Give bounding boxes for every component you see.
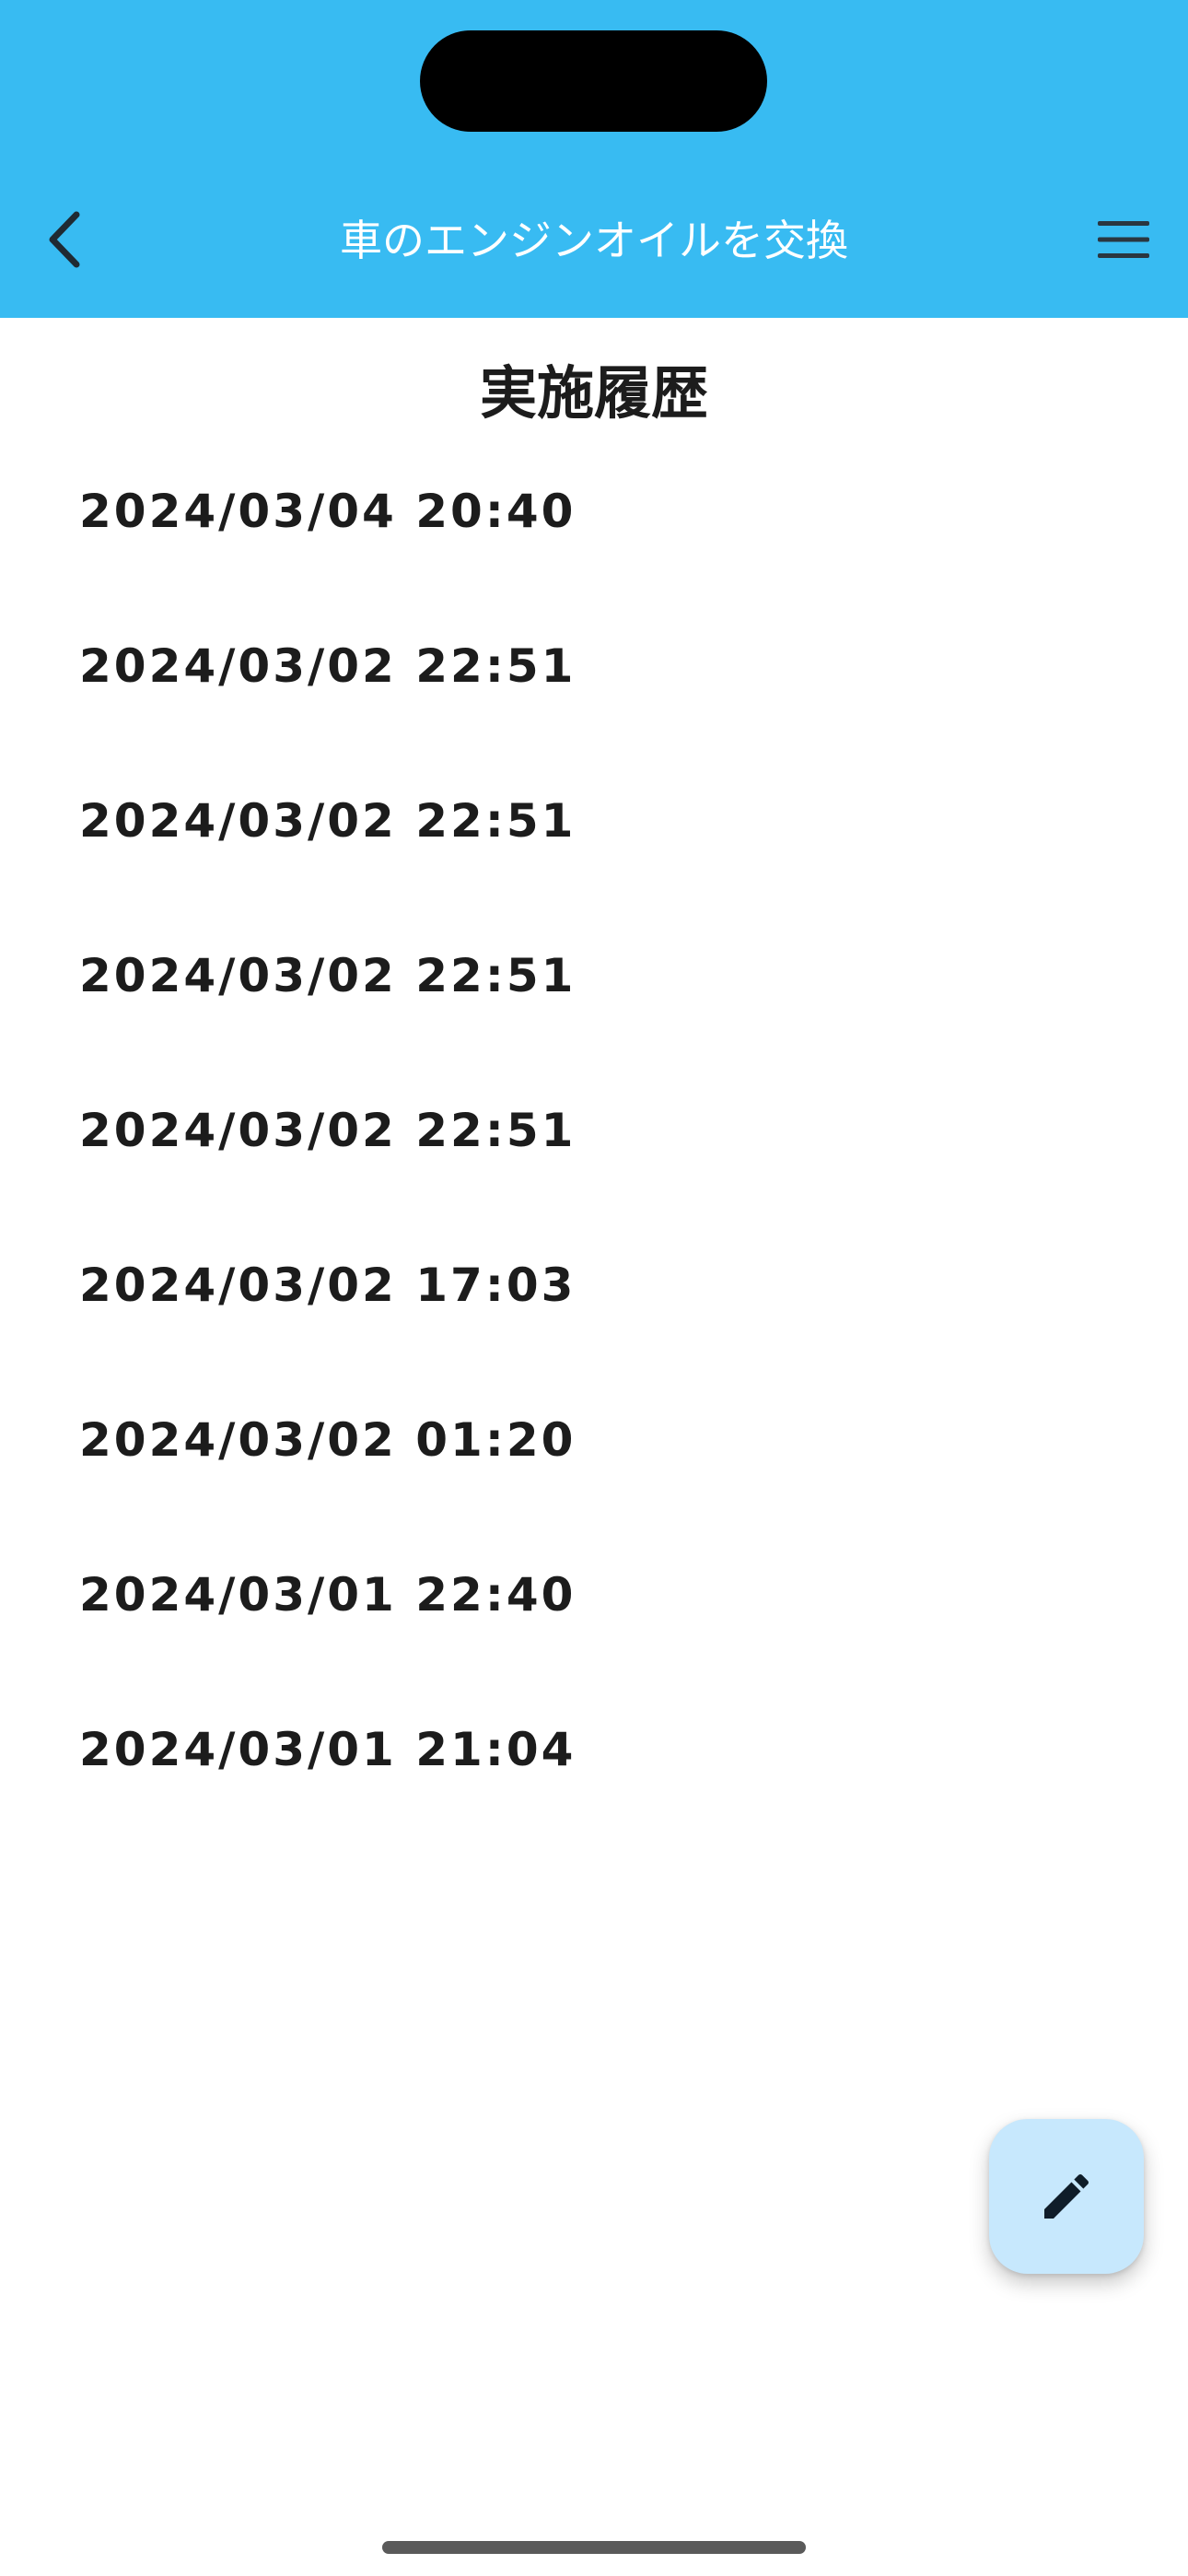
history-item[interactable]: 2024/03/02 17:03 [0,1239,1188,1394]
history-item[interactable]: 2024/03/02 22:51 [0,775,1188,930]
history-list: 2024/03/04 20:40 2024/03/02 22:51 2024/0… [0,465,1188,1858]
history-datetime: 2024/03/04 20:40 [79,485,577,538]
history-datetime: 2024/03/02 22:51 [79,1104,577,1157]
page-title: 車のエンジンオイルを交換 [340,216,848,265]
history-item[interactable]: 2024/03/02 22:51 [0,930,1188,1084]
hamburger-menu-icon [1098,221,1149,258]
history-datetime: 2024/03/01 22:40 [79,1568,577,1622]
history-item[interactable]: 2024/03/01 22:40 [0,1549,1188,1704]
history-datetime: 2024/03/02 22:51 [79,639,577,693]
dynamic-island [420,30,767,132]
edit-fab-button[interactable] [989,2119,1144,2274]
back-button[interactable] [28,198,101,281]
history-item[interactable]: 2024/03/02 22:51 [0,620,1188,775]
chevron-left-icon [49,211,80,268]
history-item[interactable]: 2024/03/01 21:04 [0,1704,1188,1858]
history-item[interactable]: 2024/03/04 20:40 [0,465,1188,620]
history-item[interactable]: 2024/03/02 22:51 [0,1084,1188,1239]
home-indicator [382,2541,806,2554]
app-header: 車のエンジンオイルを交換 [0,0,1188,318]
history-item[interactable]: 2024/03/02 01:20 [0,1394,1188,1549]
history-datetime: 2024/03/01 21:04 [79,1723,577,1776]
menu-button[interactable] [1082,198,1165,281]
history-datetime: 2024/03/02 01:20 [79,1413,577,1467]
history-datetime: 2024/03/02 22:51 [79,949,577,1002]
history-datetime: 2024/03/02 22:51 [79,794,577,848]
pencil-icon [1044,2173,1089,2219]
history-datetime: 2024/03/02 17:03 [79,1259,577,1312]
section-title: 実施履歴 [479,359,708,427]
